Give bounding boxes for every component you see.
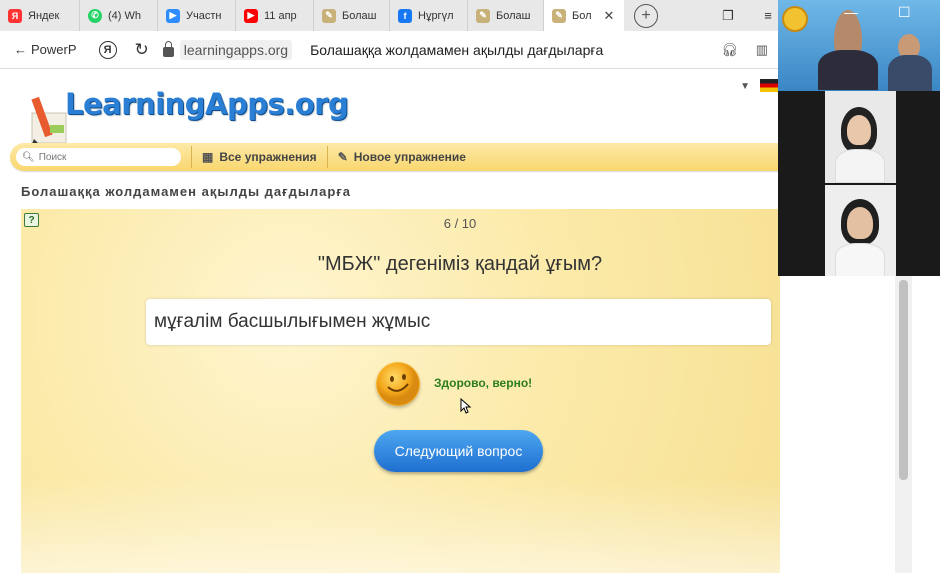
tab-label: (4) Wh [108,9,141,22]
bottom-fade [21,479,780,573]
browser-tab[interactable]: ✎ Болаш [468,0,544,31]
participant-body [835,243,885,276]
close-icon[interactable]: ✕ [604,8,615,24]
nav-all-exercises[interactable]: ▦ Все упражнения [202,150,317,164]
learningapps-icon: ✎ [476,8,490,23]
youtube-icon: ▶ [244,8,258,23]
learningapps-page: LearningApps.org ▼ 🔍︎ Поиск ▦ Все упражн… [0,69,780,573]
answer-field[interactable]: мұғалім басшылығымен жұмыс [146,299,771,345]
bookmark-icon[interactable]: ▥ [756,42,768,58]
headphones-icon[interactable]: 🎧︎ [721,42,738,58]
participant-body [818,50,878,90]
smiley-icon [376,362,420,406]
nav-all-label: Все упражнения [219,150,317,164]
reload-icon[interactable]: ↻ [135,40,149,60]
plus-icon: + [641,6,651,24]
tab-label: Болаш [496,9,531,22]
browser-tab[interactable]: Я Яндек [0,0,80,31]
search-placeholder: Поиск [38,151,67,163]
pencil-icon: ✎ [337,150,348,164]
app-title: Болашаққа жолдамамен ақылды дағдыларға [21,184,351,199]
back-button[interactable]: ← PowerP [14,42,77,57]
chevron-down-icon[interactable]: ▼ [740,81,750,92]
participant-face [847,115,871,145]
browser-tab-active[interactable]: ✎ Бол ✕ [544,0,624,31]
nav-new-label: Новое упражнение [353,150,466,164]
yandex-button[interactable]: Я [98,40,117,59]
menu-icon[interactable]: ≡ [758,0,778,31]
divider [326,146,328,168]
video-tile[interactable] [825,185,896,276]
next-question-button[interactable]: Следующий вопрос [374,430,543,472]
arrow-left-icon: ← [14,42,27,57]
quiz-app: ? 6 / 10 "МБЖ" дегеніміз қандай ұғым? мұ… [21,209,780,573]
video-tile[interactable] [778,0,940,91]
browser-tab[interactable]: f Нұргүл [390,0,468,31]
divider [191,146,192,168]
collections-icon[interactable]: ❐ [718,0,738,31]
whatsapp-icon: ✆ [88,8,102,23]
video-call-panel: — ☐ [778,0,940,276]
scrollbar-thumb[interactable] [899,280,908,480]
page-scrollbar[interactable] [895,276,912,573]
zoom-icon: ▶ [166,8,180,23]
lock-icon [162,40,174,57]
browser-tab[interactable]: ▶ Участн [158,0,236,31]
tab-label: Болаш [342,9,377,22]
facebook-icon: f [398,8,412,23]
question-counter: 6 / 10 [443,216,477,231]
search-icon: 🔍︎ [22,151,35,163]
grid-icon: ▦ [202,150,214,164]
emblem-icon [782,6,808,32]
feedback-message: Здорово, верно! [434,376,533,390]
browser-tab[interactable]: ✆ (4) Wh [80,0,158,31]
participant-body [888,55,932,91]
video-tile[interactable] [825,91,896,183]
search-input[interactable]: 🔍︎ Поиск [16,148,181,166]
maximize-icon[interactable]: ☐ [898,4,911,21]
screen: Я Яндек ✆ (4) Wh ▶ Участн ▶ 11 апр ✎ Бол… [0,0,940,573]
address-bar: ← PowerP Я ↻ learningapps.org Болашаққа … [0,31,780,69]
participant-face [847,207,873,239]
learningapps-icon: ✎ [322,8,336,23]
tab-label: 11 апр [264,9,297,22]
minimize-icon[interactable]: — [844,4,858,20]
learningapps-icon: ✎ [552,8,566,23]
new-tab-button[interactable]: + [634,3,658,28]
nav-new-exercise[interactable]: ✎ Новое упражнение [338,150,466,164]
tab-label: Бол [572,9,592,22]
tab-label: Участн [186,9,222,22]
logo-text: LearningApps.org [65,87,349,121]
yandex-icon: Я [8,8,22,23]
question-text: "МБЖ" дегеніміз қандай ұғым? [317,253,603,275]
browser-tab[interactable]: ▶ 11 апр [236,0,314,31]
mouse-cursor-icon [460,398,472,414]
url-field[interactable]: learningapps.org [162,39,293,60]
browser-tab[interactable]: ✎ Болаш [314,0,390,31]
tab-label: Яндек [28,9,60,22]
tab-label: Нұргүл [418,9,454,22]
site-logo[interactable]: LearningApps.org [20,77,349,149]
back-label: PowerP [31,42,77,57]
participant-body [835,149,885,183]
german-flag-icon[interactable] [760,79,780,92]
url-text: learningapps.org [179,39,293,60]
browser-tab-strip: Я Яндек ✆ (4) Wh ▶ Участн ▶ 11 апр ✎ Бол… [0,0,780,31]
page-title: Болашаққа жолдамамен ақылды дағдыларға [310,41,604,58]
address-bar-actions: 🎧︎ ▥ [721,42,768,58]
site-navbar: 🔍︎ Поиск ▦ Все упражнения ✎ Новое упражн… [10,143,780,171]
